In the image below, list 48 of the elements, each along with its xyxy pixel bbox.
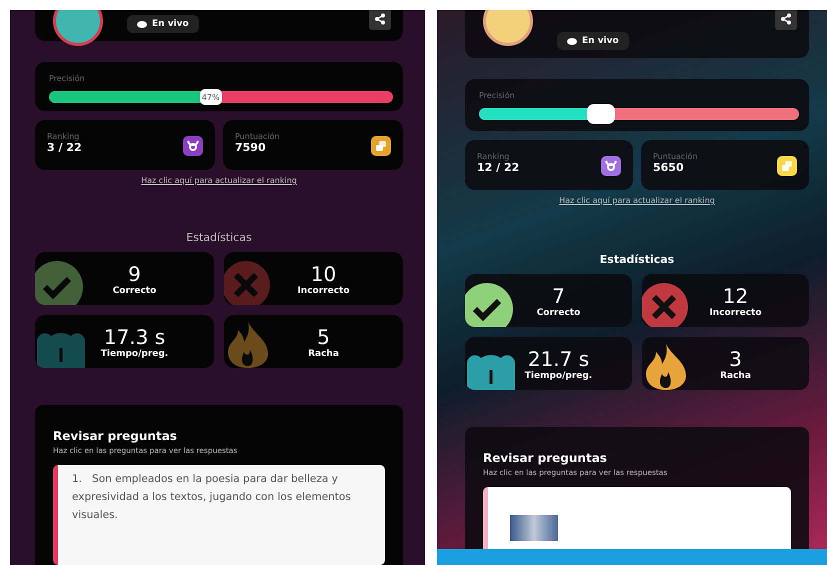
stat-value: 3 xyxy=(729,346,742,370)
ranking-value: 3 / 22 xyxy=(47,141,82,154)
precision-thumb: 47% xyxy=(200,89,222,105)
question-card[interactable] xyxy=(483,487,791,549)
stat-label: Incorrecto xyxy=(709,308,762,318)
share-icon xyxy=(374,13,386,25)
coins-icon xyxy=(777,156,797,176)
stat-value: 7 xyxy=(552,284,565,308)
avatar-icon xyxy=(53,10,103,46)
refresh-ranking-link[interactable]: Haz clic aquí para actualizar el ranking xyxy=(559,196,715,205)
live-badge: En vivo xyxy=(127,15,199,33)
precision-label: Precisión xyxy=(49,74,86,83)
share-button[interactable] xyxy=(775,10,797,30)
stat-label: Correcto xyxy=(536,308,580,318)
photo-placeholder xyxy=(510,515,558,541)
precision-thumb xyxy=(586,104,615,124)
stat-label: Incorrecto xyxy=(297,286,350,296)
coins-icon xyxy=(371,136,391,156)
stats-title: Estadísticas xyxy=(185,231,253,244)
ranking-value: 12 / 22 xyxy=(477,161,520,174)
score-label: Puntuación xyxy=(235,132,280,141)
share-button[interactable] xyxy=(369,10,391,30)
question-card[interactable]: 1. Son empleados en la poesia para dar belleza y expresividad a los textos, jugando con los elementos visuales. xyxy=(53,465,385,565)
stats-title: Estadísticas xyxy=(598,253,676,266)
stat-value: 17.3 s xyxy=(104,324,166,348)
stat-value: 9 xyxy=(128,262,141,286)
stat-label: Racha xyxy=(720,370,751,380)
precision-label: Precisión xyxy=(479,91,516,100)
score-value: 5650 xyxy=(653,161,685,174)
share-icon xyxy=(780,13,792,25)
stat-label: Correcto xyxy=(112,286,156,296)
avatar-icon xyxy=(483,10,533,46)
stat-label: Tiempo/preg. xyxy=(100,348,168,358)
stat-label: Tiempo/preg. xyxy=(524,370,592,380)
stat-value: 21.7 s xyxy=(528,346,590,370)
stat-label: Racha xyxy=(308,348,339,358)
stat-value: 10 xyxy=(310,262,336,286)
refresh-ranking-link[interactable]: Haz clic aquí para actualizar el ranking xyxy=(141,176,297,185)
ranking-label: Ranking xyxy=(47,132,80,141)
ranking-label: Ranking xyxy=(477,152,510,161)
question-text: 1. Son empleados en la poesia para dar belleza y expresividad a los textos, jugando con los elementos visuales. xyxy=(72,472,352,523)
score-label: Puntuación xyxy=(653,152,698,161)
stat-value: 5 xyxy=(317,324,330,348)
stat-value: 12 xyxy=(722,284,748,308)
review-title: Revisar preguntas xyxy=(483,451,608,465)
score-value: 7590 xyxy=(235,141,267,154)
review-title: Revisar preguntas xyxy=(53,429,178,443)
live-badge: En vivo xyxy=(557,32,629,50)
